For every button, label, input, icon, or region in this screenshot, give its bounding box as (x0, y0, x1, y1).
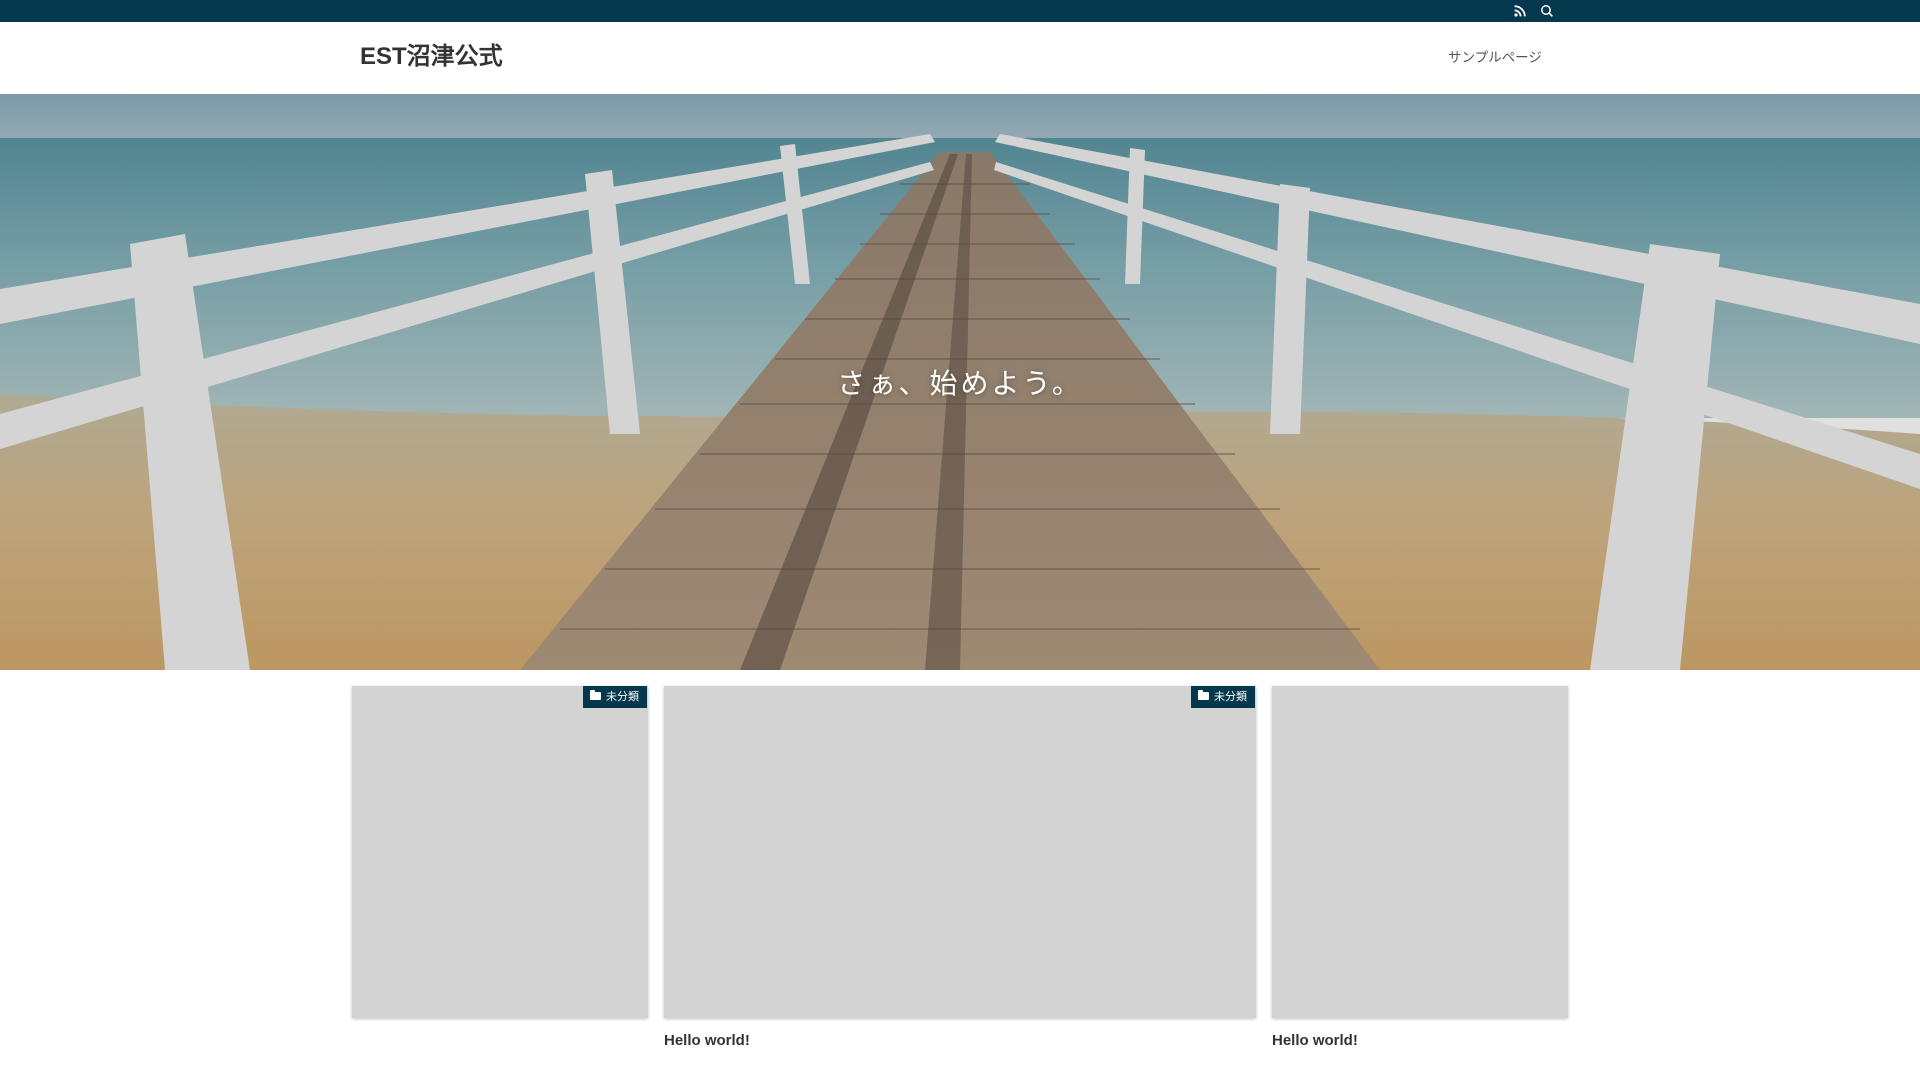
nav-item-sample-page[interactable]: サンプルページ (1448, 49, 1542, 67)
top-bar (0, 0, 1920, 22)
category-label: 未分類 (606, 690, 639, 703)
post-title[interactable]: Hello world! (1272, 1031, 1568, 1051)
category-badge[interactable]: 未分類 (1191, 686, 1255, 708)
site-header: EST沼津公式 サンプルページ (0, 22, 1920, 94)
post-thumbnail[interactable]: 未分類 (352, 686, 648, 1018)
category-badge[interactable]: 未分類 (583, 686, 647, 708)
post-card[interactable]: Hello world! (1272, 686, 1568, 1051)
post-card[interactable]: 未分類 (352, 686, 648, 1031)
hero-banner: さぁ、始めよう。 (0, 94, 1920, 670)
hero-tagline: さぁ、始めよう。 (837, 367, 1083, 400)
rss-icon[interactable] (1512, 3, 1528, 19)
site-title[interactable]: EST沼津公式 (360, 42, 503, 72)
post-thumbnail[interactable]: 未分類 (664, 686, 1256, 1018)
category-label: 未分類 (1214, 690, 1247, 703)
folder-icon (1198, 690, 1209, 700)
post-title[interactable]: Hello world! (664, 1031, 1256, 1051)
search-icon[interactable] (1539, 3, 1555, 19)
post-thumbnail[interactable] (1272, 686, 1568, 1018)
folder-icon (590, 690, 601, 700)
post-card[interactable]: 未分類 Hello world! (664, 686, 1256, 1051)
